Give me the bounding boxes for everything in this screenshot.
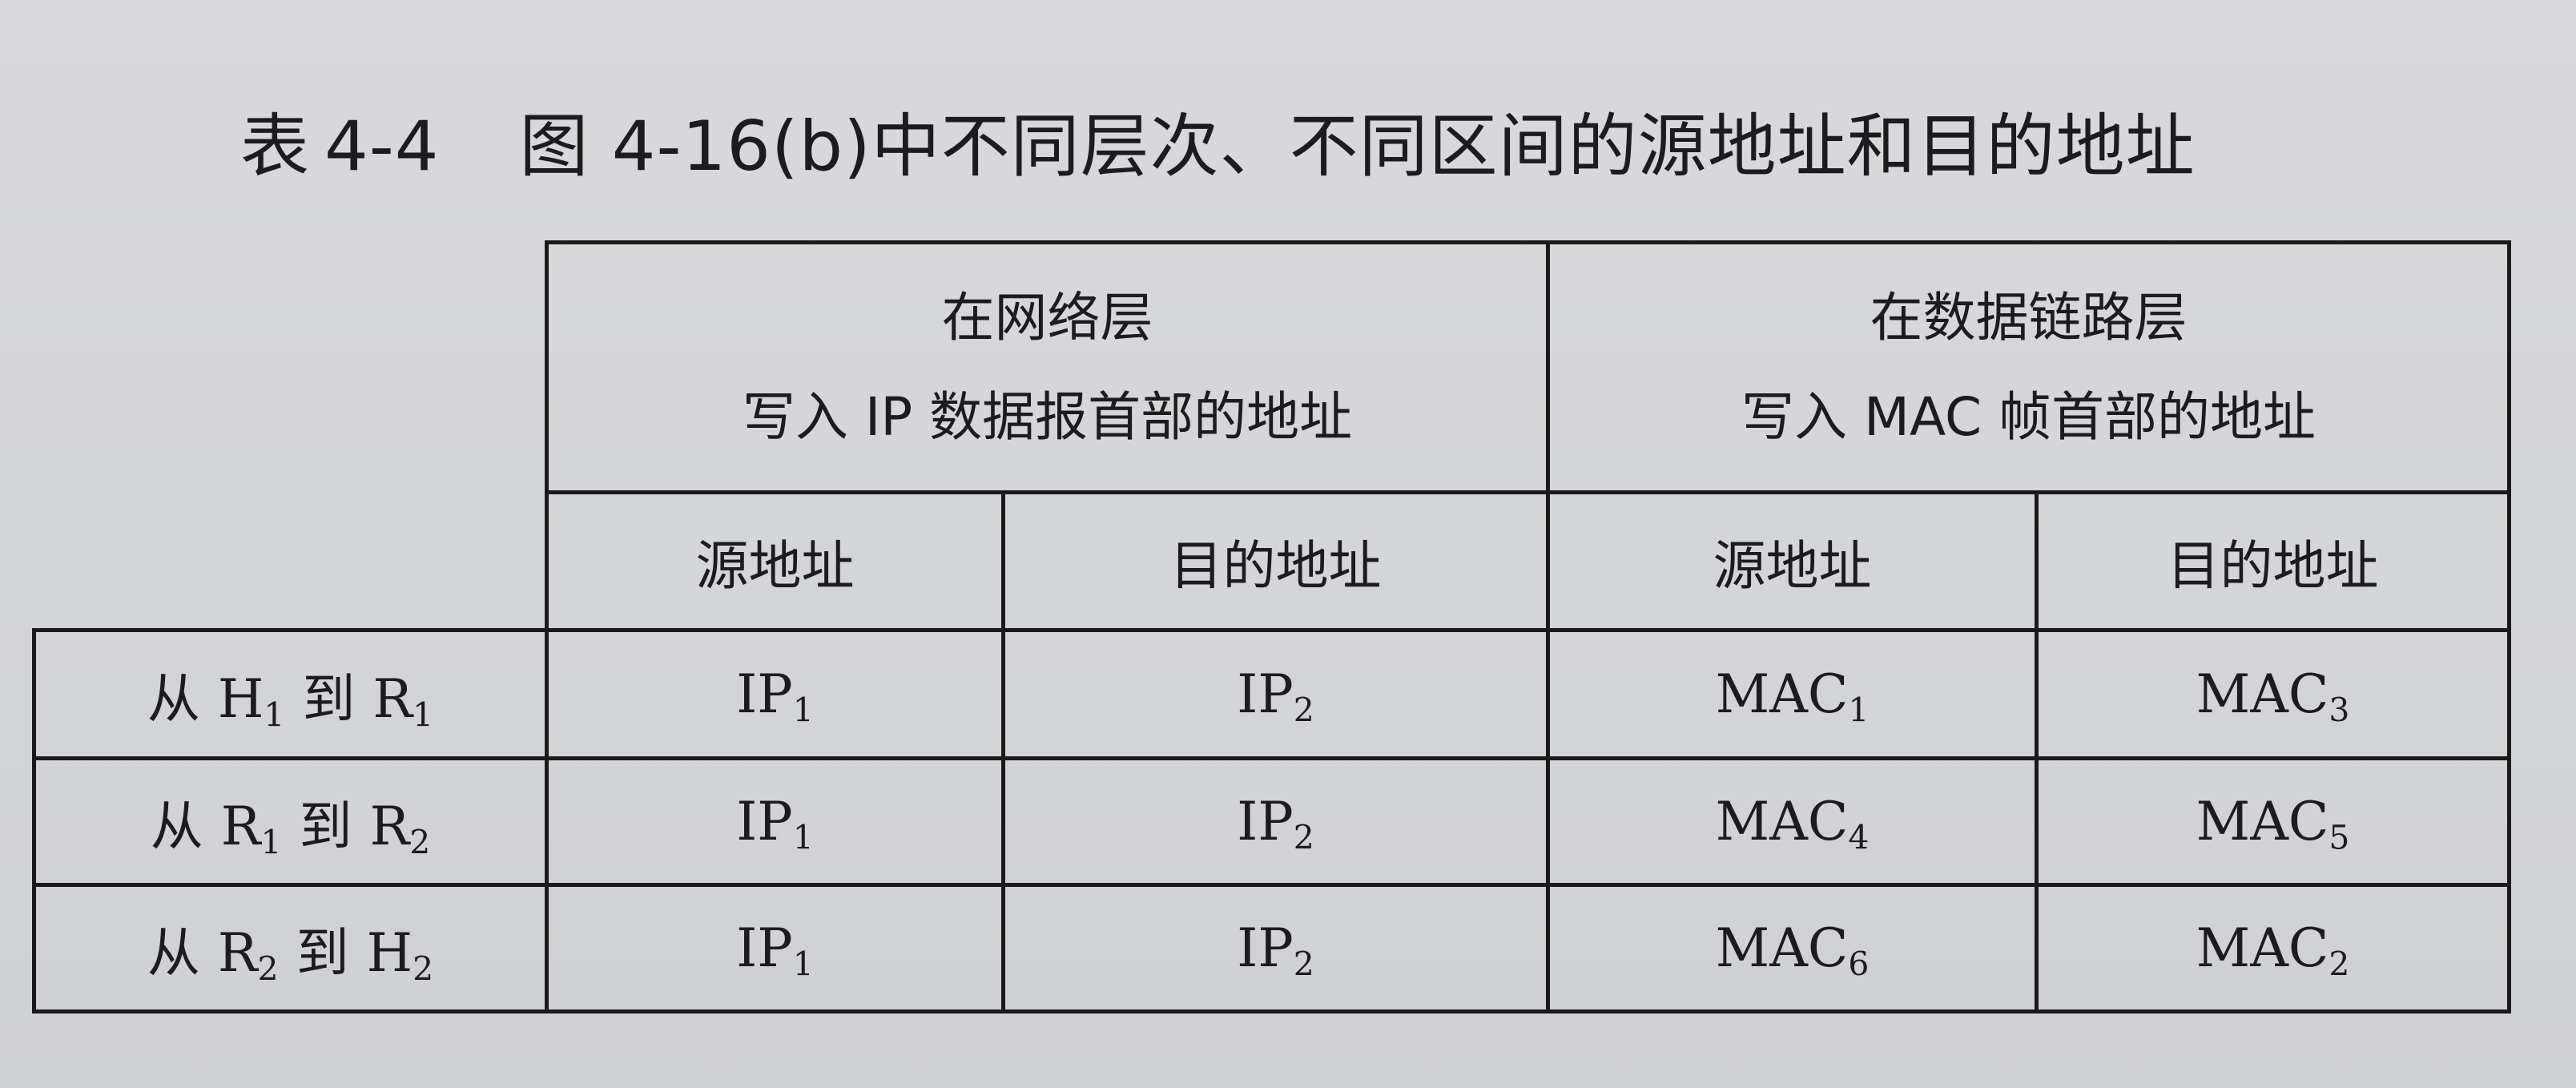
datalink-layer-header: 在数据链路层 写入 MAC 帧首部的地址 [1546,240,2512,494]
row-label: 从 R2 到 H2 [32,883,549,1013]
mac-destination-cell: MAC5 [2035,756,2512,887]
table-caption: 表 4-4 图 4-16(b)中不同层次、不同区间的源地址和目的地址 [240,112,2196,181]
address-table-container: 在网络层 写入 IP 数据报首部的地址 在数据链路层 写入 MAC 帧首部的地址… [32,240,2512,1013]
mac-destination-cell: MAC3 [2035,628,2512,760]
table-row: 从 R1 到 R2 IP1 IP2 MAC4 MAC5 [32,756,2512,887]
row-label: 从 R1 到 R2 [32,756,549,887]
caption-title: 图 4-16(b)中不同层次、不同区间的源地址和目的地址 [519,107,2196,187]
ip-destination-cell: IP2 [1000,883,1551,1013]
table-row: 从 H1 到 R1 IP1 IP2 MAC1 MAC3 [32,628,2512,760]
ip-source-cell: IP1 [545,628,1005,760]
ip-destination-cell: IP2 [1000,756,1551,887]
mac-source-header: 源地址 [1546,490,2039,632]
mac-destination-cell: MAC2 [2035,883,2512,1013]
ip-source-cell: IP1 [545,883,1005,1013]
table-row: 从 R2 到 H2 IP1 IP2 MAC6 MAC2 [32,883,2512,1013]
ip-source-cell: IP1 [545,756,1005,887]
address-table: 在网络层 写入 IP 数据报首部的地址 在数据链路层 写入 MAC 帧首部的地址… [32,240,2512,1013]
network-layer-header: 在网络层 写入 IP 数据报首部的地址 [544,240,1551,494]
mac-source-cell: MAC4 [1546,756,2039,887]
group-header-row: 在网络层 写入 IP 数据报首部的地址 在数据链路层 写入 MAC 帧首部的地址 [34,240,2512,632]
datalink-layer-title: 在数据链路层 [1870,286,2188,349]
datalink-layer-subtitle: 写入 MAC 帧首部的地址 [1741,385,2316,448]
mac-source-cell: MAC1 [1546,628,2039,760]
network-layer-title: 在网络层 [941,286,1153,349]
ip-destination-cell: IP2 [1000,628,1551,760]
row-label: 从 H1 到 R1 [32,628,549,760]
network-layer-subtitle: 写入 IP 数据报首部的地址 [742,385,1353,448]
caption-number: 4-4 [324,107,440,187]
ip-source-header: 源地址 [545,490,1005,632]
caption-label: 表 [240,107,310,187]
mac-destination-header: 目的地址 [2035,490,2512,632]
ip-destination-header: 目的地址 [1000,490,1551,632]
mac-source-cell: MAC6 [1546,883,2039,1013]
empty-corner-cell [34,242,549,632]
